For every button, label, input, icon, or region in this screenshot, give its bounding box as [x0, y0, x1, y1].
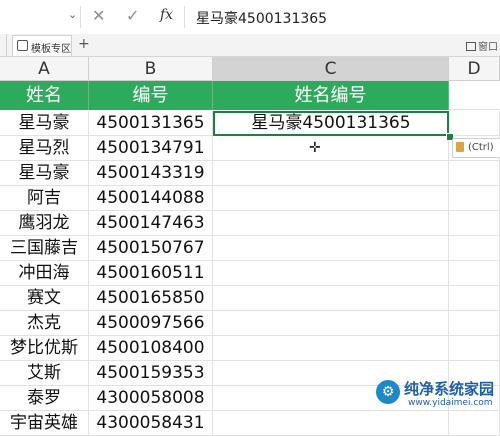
table-row: 鹰羽龙 4500147463 [0, 211, 500, 236]
cell-name-id[interactable] [213, 186, 449, 211]
cell-d[interactable] [449, 311, 500, 336]
tab-label: 模板专区 [31, 44, 71, 55]
cell-id[interactable]: 4500143319 [89, 161, 213, 186]
table-row: 阿吉 4500144088 [0, 186, 500, 211]
cell-d[interactable] [449, 161, 500, 186]
cell-id[interactable]: 4500144088 [89, 186, 213, 211]
confirm-icon[interactable]: ✓ [126, 6, 139, 25]
table-row: 星马烈 4500134791 [0, 136, 500, 161]
table-row: 赛文 4500165850 [0, 286, 500, 311]
insert-function-button[interactable]: fx [160, 7, 173, 23]
sheet-tab-bar: 模板专区 + 窗口 [0, 34, 500, 57]
watermark: ⚙ 纯净系统家园 www.yidaimei.com [376, 378, 498, 412]
cell-name-id[interactable] [213, 261, 449, 286]
cell-name-id[interactable] [213, 161, 449, 186]
cell-name[interactable]: 阿吉 [0, 186, 89, 211]
watermark-logo-icon: ⚙ [376, 380, 400, 404]
cell-d[interactable] [449, 286, 500, 311]
column-header-b[interactable]: B [89, 57, 213, 81]
formula-bar: ⌄ ✕ ✓ fx 星马豪4500131365 [0, 0, 500, 35]
cell-d[interactable] [449, 186, 500, 211]
cell-id[interactable]: 4500108400 [89, 336, 213, 361]
header-cell-name[interactable]: 姓名 [0, 81, 89, 110]
cell-d[interactable] [449, 236, 500, 261]
cell-name[interactable]: 赛文 [0, 286, 89, 311]
cell-d[interactable] [449, 211, 500, 236]
cell-id[interactable]: 4300058008 [89, 386, 213, 411]
cell-d[interactable] [449, 111, 500, 136]
table-row: 三国藤吉 4500150767 [0, 236, 500, 261]
table-row: 星马豪 4500143319 [0, 161, 500, 186]
cell-name[interactable]: 杰克 [0, 311, 89, 336]
cell-name-id[interactable] [213, 211, 449, 236]
tab-template-zone[interactable]: 模板专区 [12, 35, 72, 56]
cell-name-id[interactable] [213, 286, 449, 311]
column-header-c[interactable]: C [213, 57, 449, 81]
paste-options-button[interactable]: (Ctrl) [452, 138, 500, 158]
cell-id[interactable]: 4500097566 [89, 311, 213, 336]
window-icon [466, 42, 476, 51]
table-row: 冲田海 4500160511 [0, 261, 500, 286]
cell-id[interactable]: 4500147463 [89, 211, 213, 236]
clipboard-icon [456, 142, 464, 152]
separator [80, 6, 81, 28]
cell-id[interactable]: 4500134791 [89, 136, 213, 161]
watermark-url: www.yidaimei.com [408, 398, 493, 408]
tab-divider [0, 34, 7, 56]
watermark-title: 纯净系统家园 [404, 380, 495, 398]
crosshair-cursor-icon: ✛ [309, 140, 321, 156]
table-row: 杰克 4500097566 [0, 311, 500, 336]
formula-input[interactable]: 星马豪4500131365 [196, 8, 327, 28]
window-button[interactable]: 窗口 [466, 38, 498, 53]
window-label: 窗口 [478, 42, 498, 53]
header-cell-name-id[interactable]: 姓名编号 [213, 81, 449, 110]
column-header-d[interactable]: D [449, 57, 500, 81]
cell-name-id[interactable] [213, 236, 449, 261]
cell-id[interactable]: 4500160511 [89, 261, 213, 286]
header-cell-d[interactable] [449, 81, 500, 110]
cell-d[interactable] [449, 336, 500, 361]
cell-id[interactable]: 4500131365 [89, 111, 213, 136]
cell-name-id[interactable] [213, 311, 449, 336]
cell-d[interactable] [449, 261, 500, 286]
cell-id[interactable]: 4500159353 [89, 361, 213, 386]
cell-id[interactable]: 4500150767 [89, 236, 213, 261]
add-tab-button[interactable]: + [78, 36, 90, 52]
column-header-a[interactable]: A [0, 57, 89, 81]
name-box-dropdown-icon[interactable]: ⌄ [68, 8, 77, 21]
cell-name[interactable]: 星马豪 [0, 111, 89, 136]
paste-options-label: (Ctrl) [468, 142, 494, 153]
header-cell-id[interactable]: 编号 [89, 81, 213, 110]
cell-name[interactable]: 泰罗 [0, 386, 89, 411]
cell-name[interactable]: 星马豪 [0, 161, 89, 186]
table-row: 梦比优斯 4500108400 [0, 336, 500, 361]
cell-name[interactable]: 鹰羽龙 [0, 211, 89, 236]
cell-id[interactable]: 4500165850 [89, 286, 213, 311]
cell-name[interactable]: 艾斯 [0, 361, 89, 386]
cell-name-id[interactable] [213, 336, 449, 361]
template-icon [17, 40, 28, 51]
cell-name[interactable]: 星马烈 [0, 136, 89, 161]
cell-name[interactable]: 梦比优斯 [0, 336, 89, 361]
separator [184, 6, 185, 28]
cell-name[interactable]: 冲田海 [0, 261, 89, 286]
cell-name[interactable]: 三国藤吉 [0, 236, 89, 261]
active-cell[interactable]: 星马豪4500131365 [213, 111, 449, 136]
cancel-icon[interactable]: ✕ [92, 6, 105, 25]
cell-name-id[interactable] [213, 136, 449, 161]
